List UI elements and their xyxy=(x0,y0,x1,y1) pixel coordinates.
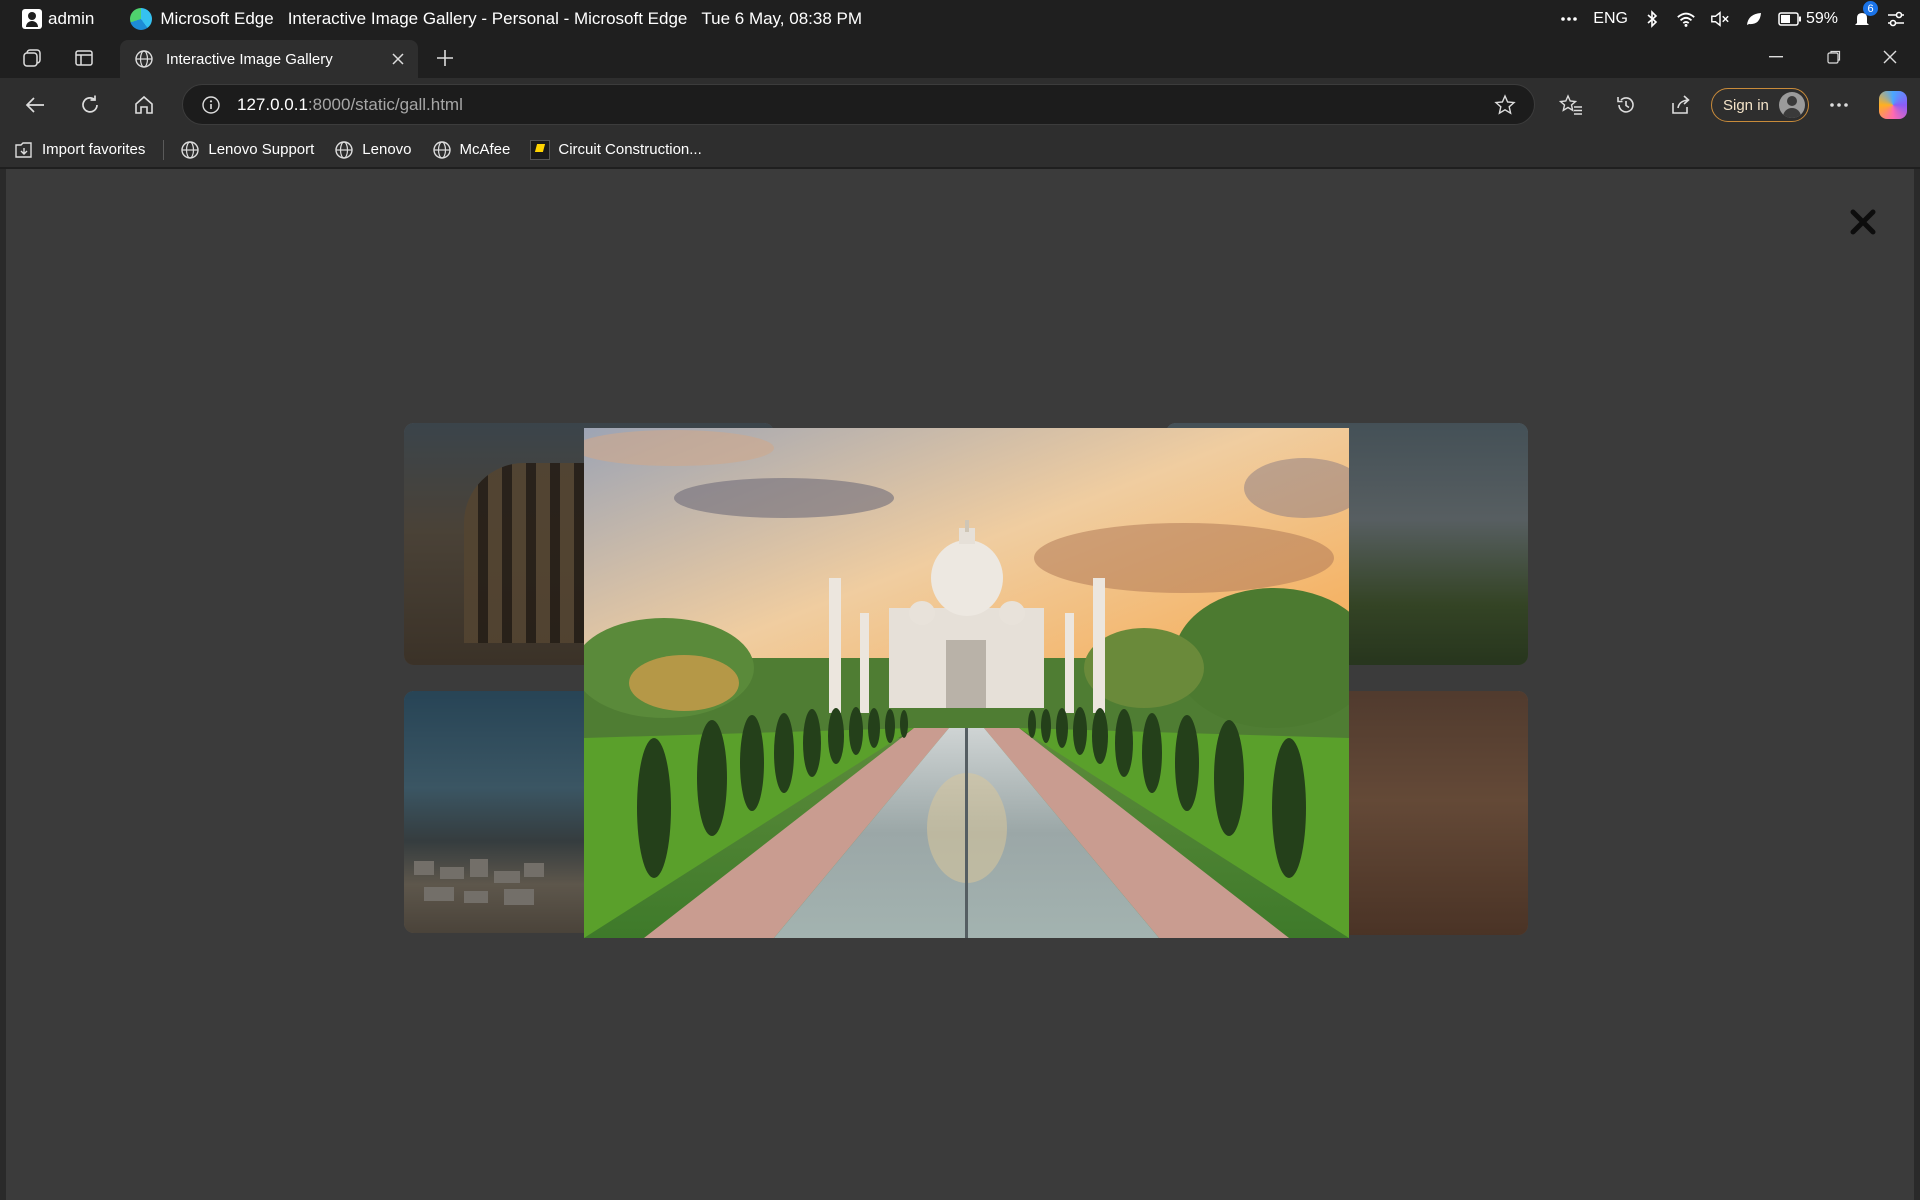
favorite-lenovo[interactable]: Lenovo xyxy=(334,140,412,160)
new-tab-icon[interactable] xyxy=(431,44,459,72)
favorite-lenovo-support[interactable]: Lenovo Support xyxy=(180,140,314,160)
address-bar[interactable]: 127.0.0.1:8000/static/gall.html xyxy=(182,84,1535,125)
settings-more-icon[interactable] xyxy=(1823,89,1855,121)
battery-saver-icon[interactable] xyxy=(1744,9,1764,29)
user-account-icon xyxy=(22,9,42,29)
volume-muted-icon[interactable] xyxy=(1710,9,1730,29)
favorite-label: Import favorites xyxy=(42,141,146,158)
import-icon xyxy=(15,141,32,158)
restore-icon[interactable] xyxy=(1806,38,1862,76)
clock: Tue 6 May, 08:38 PM xyxy=(701,9,863,28)
favorite-mcafee[interactable]: McAfee xyxy=(432,140,511,160)
window-close-icon[interactable] xyxy=(1862,38,1918,76)
battery-status[interactable]: 59% xyxy=(1778,10,1838,28)
minimize-icon[interactable] xyxy=(1748,38,1804,76)
notification-badge: 6 xyxy=(1863,1,1878,16)
battery-percent: 59% xyxy=(1805,10,1838,27)
quick-settings-icon[interactable] xyxy=(1886,9,1906,29)
taj-mahal-photo xyxy=(584,428,1349,938)
edge-logo-icon xyxy=(130,8,153,30)
globe-icon xyxy=(181,140,200,159)
url-path: :8000/static/gall.html xyxy=(307,94,463,114)
copilot-icon[interactable] xyxy=(1879,91,1907,119)
navigation-bar: 127.0.0.1:8000/static/gall.html Sign in xyxy=(0,78,1920,132)
favorite-import-favorites[interactable]: Import favorites xyxy=(14,141,145,159)
favorites-divider xyxy=(163,139,165,160)
share-icon[interactable] xyxy=(1665,89,1697,121)
history-icon[interactable] xyxy=(1610,89,1642,121)
tab-strip: Interactive Image Gallery xyxy=(0,38,1920,78)
title-bar: admin Microsoft Edge Interactive Image G… xyxy=(0,0,1920,38)
vertical-tabs-icon[interactable] xyxy=(70,44,98,72)
globe-icon xyxy=(135,50,153,68)
favorite-label: Lenovo Support xyxy=(208,141,315,158)
site-info-icon[interactable] xyxy=(201,95,221,115)
gallery-page xyxy=(0,169,1920,1200)
phet-icon xyxy=(530,139,551,160)
sign-in-label: Sign in xyxy=(1723,96,1769,114)
tab-close-icon[interactable] xyxy=(388,49,408,69)
battery-icon xyxy=(1778,12,1801,26)
favorite-label: Lenovo xyxy=(362,141,412,158)
favorite-label: McAfee xyxy=(459,141,511,158)
favorite-label: Circuit Construction... xyxy=(558,141,702,158)
lightbox-close-icon[interactable] xyxy=(1846,205,1880,239)
app-name: Microsoft Edge xyxy=(160,9,274,28)
globe-icon xyxy=(335,140,353,159)
favorites-icon[interactable] xyxy=(1555,89,1587,121)
wifi-icon[interactable] xyxy=(1676,9,1696,29)
tab-title: Interactive Image Gallery xyxy=(166,50,333,68)
language-indicator[interactable]: ENG xyxy=(1593,10,1628,28)
back-icon[interactable] xyxy=(19,89,51,121)
profile-avatar-icon xyxy=(1779,92,1805,118)
url-host: 127.0.0.1 xyxy=(237,94,308,114)
sign-in-button[interactable]: Sign in xyxy=(1711,88,1809,122)
globe-icon xyxy=(432,140,451,159)
refresh-icon[interactable] xyxy=(74,89,106,121)
more-tray-icon[interactable] xyxy=(1559,9,1579,29)
favorite-circuit-construction[interactable]: Circuit Construction... xyxy=(530,139,702,160)
user-name: admin xyxy=(48,9,95,28)
home-icon[interactable] xyxy=(128,89,160,121)
bluetooth-icon[interactable] xyxy=(1642,9,1662,29)
notifications-icon[interactable]: 6 xyxy=(1852,1,1878,29)
workspaces-icon[interactable] xyxy=(18,44,46,72)
tab-interactive-image-gallery[interactable]: Interactive Image Gallery xyxy=(120,40,418,78)
favorites-bar: Import favorites Lenovo Support Lenovo M… xyxy=(0,132,1920,168)
add-favorite-star-icon[interactable] xyxy=(1494,94,1516,121)
window-title: Interactive Image Gallery - Personal - M… xyxy=(287,9,688,28)
